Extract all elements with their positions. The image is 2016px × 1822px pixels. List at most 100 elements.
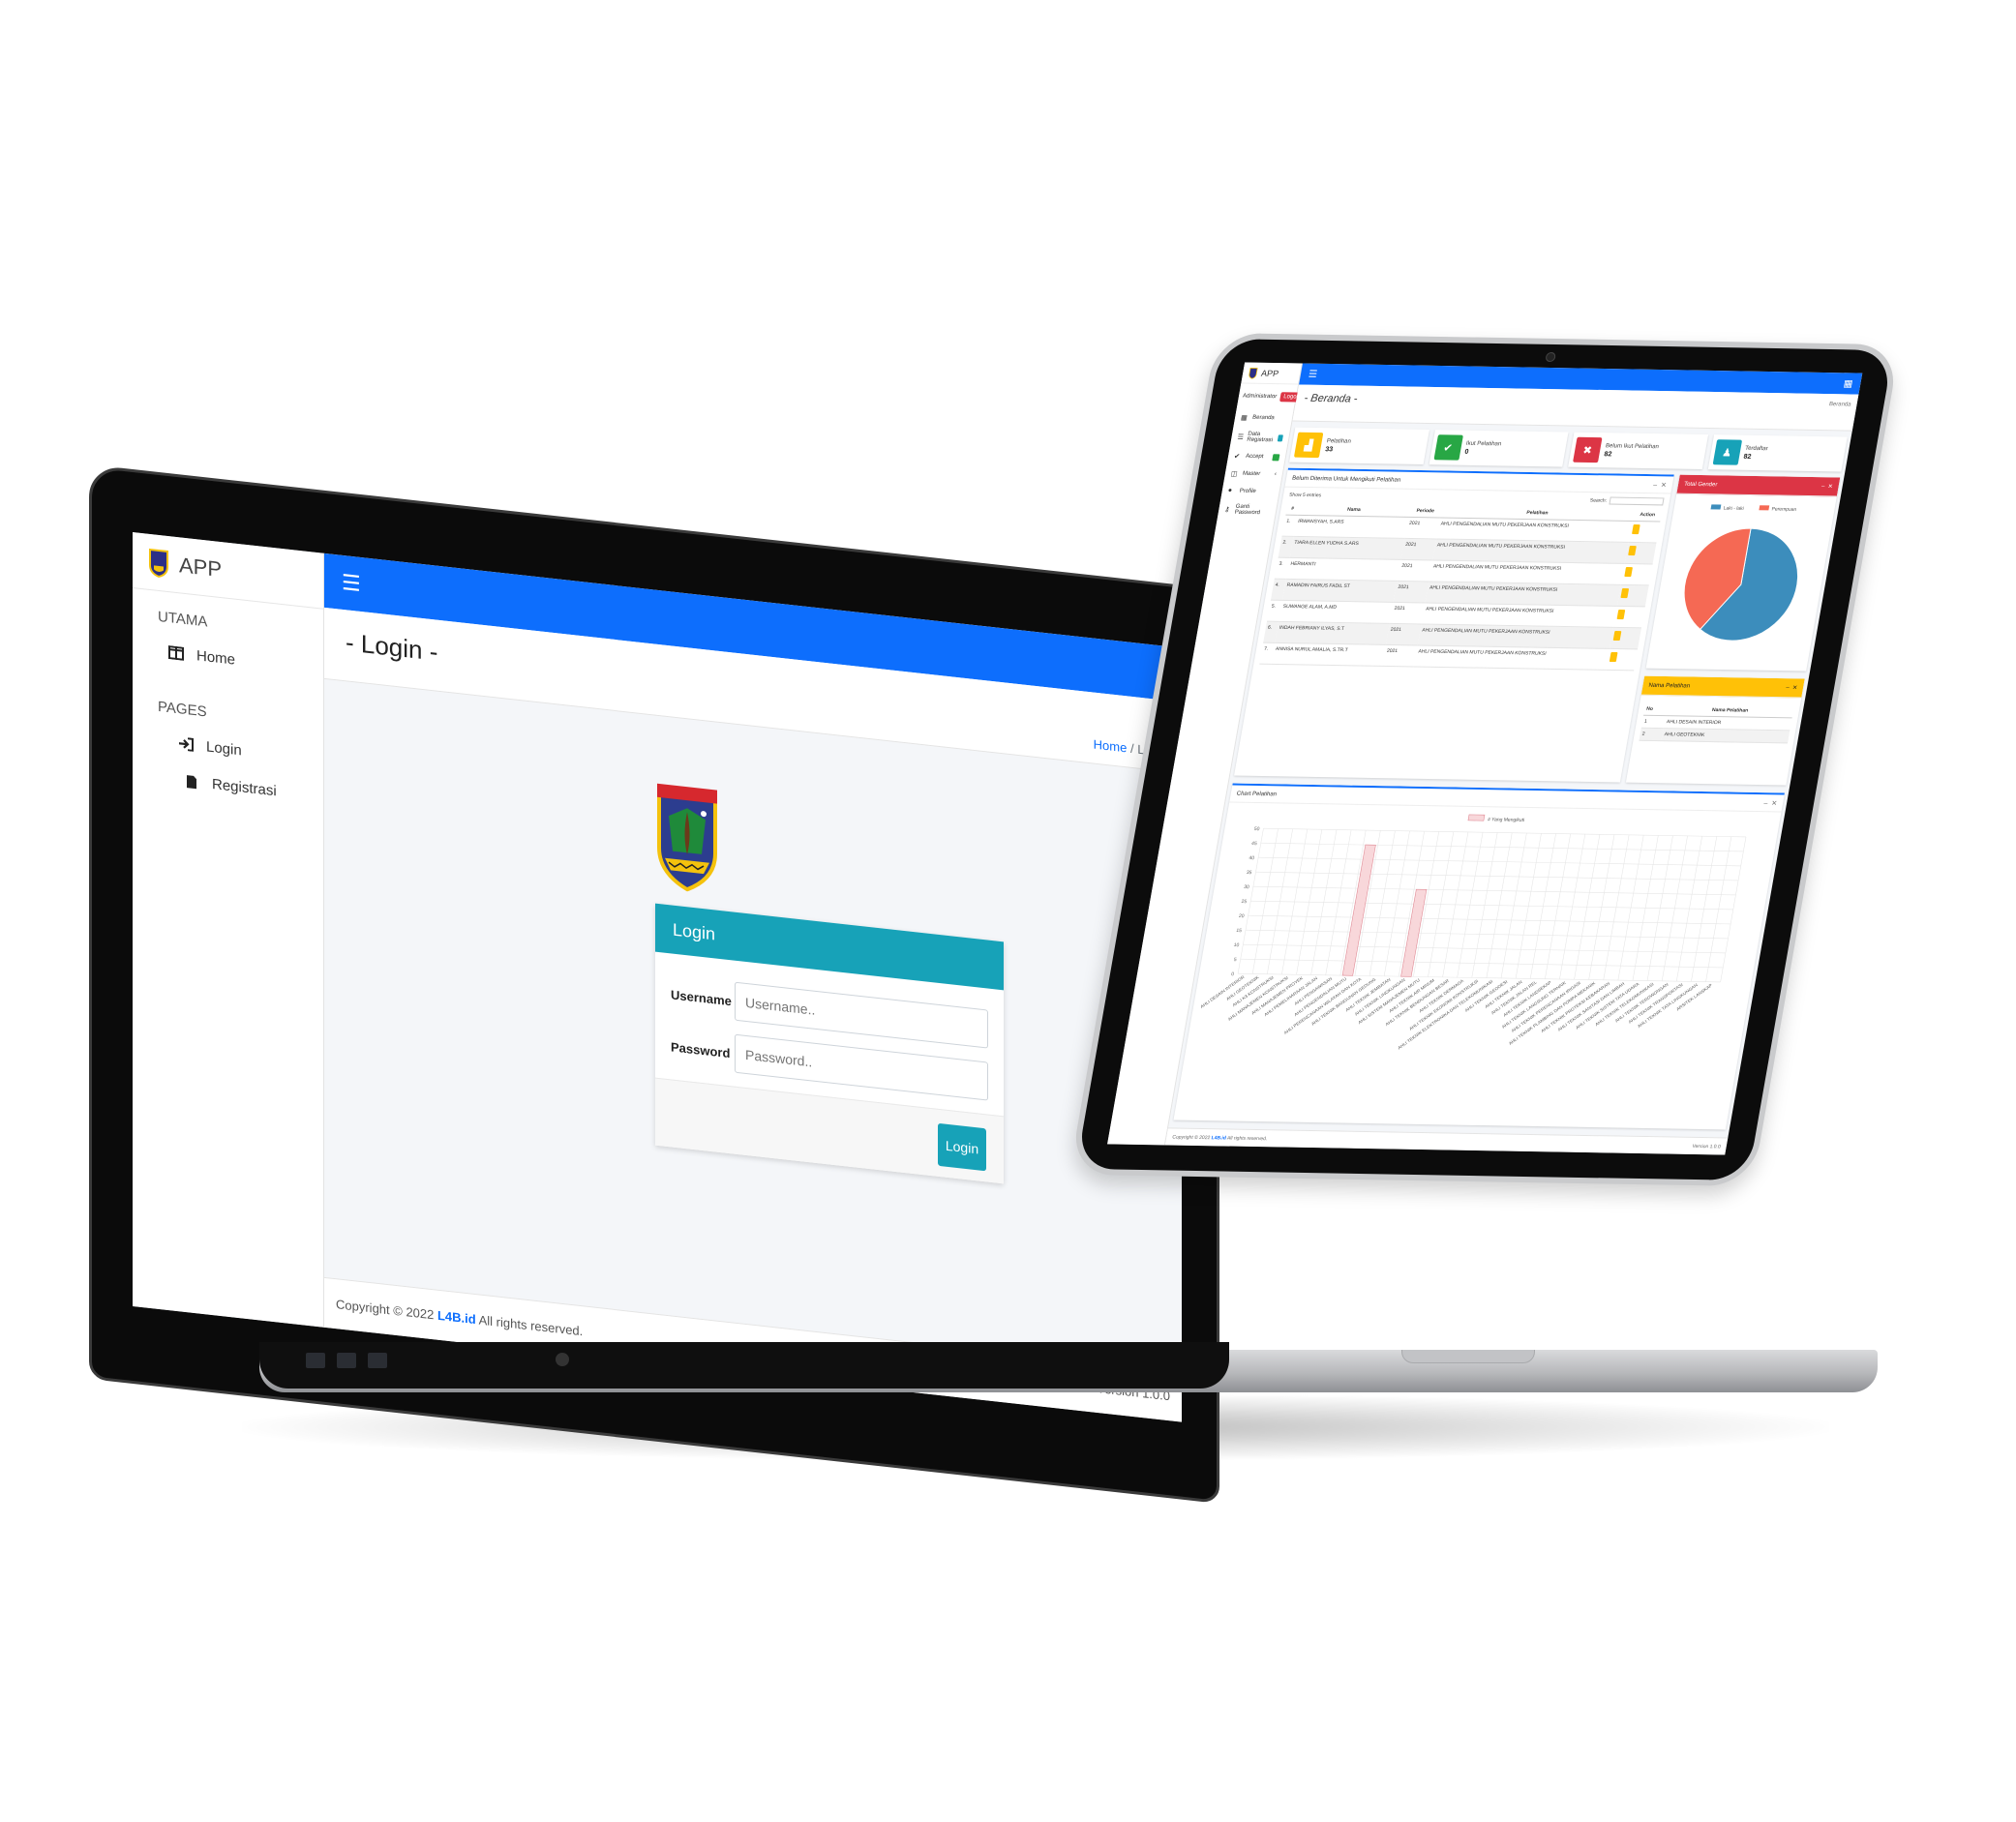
legend-swatch-laki [1710,504,1722,510]
sidebar-item-profile[interactable]: ● Profile [1220,482,1280,499]
column-header[interactable]: No [1643,702,1669,716]
nama-pelatihan-table: No Nama Pelatihan 1 AHLI DESAIN INTERIOR 2… [1639,702,1794,744]
card-title: Nama Pelatihan [1647,682,1691,689]
y-tick-label: 40 [1249,855,1255,861]
legend-label: # Yang Mengikuti [1488,817,1525,823]
sidebar-item-master[interactable]: ◫ Master ‹ [1223,464,1283,483]
menu-toggle-icon[interactable]: ☰ [342,570,361,597]
user-check-icon: ✔ [1432,434,1463,461]
cell-nama: AHLI GEOTEKNIK [1661,728,1790,743]
columns-icon [167,643,185,663]
tablet-camera [1545,351,1557,363]
stat-card-pelatihan: ▟ Pelatihan 33 [1289,427,1429,464]
count-badge [1277,433,1284,441]
column-header[interactable]: Action [1632,508,1663,522]
y-tick-label: 30 [1244,884,1250,890]
stat-label: Terdaftar [1744,445,1769,452]
sidebar-item-data-registrasi[interactable]: ☰ Data Registrasi [1230,426,1291,448]
footer-brand-link[interactable]: L4B.id [1211,1135,1226,1141]
stat-value: 82 [1742,453,1753,461]
stat-label: Belum Ikut Pelatihan [1605,442,1660,450]
card-tools[interactable]: – ✕ [1653,481,1668,489]
sidebar-item-label: Accept [1245,453,1264,461]
brand-text: APP [1260,368,1280,378]
menu-toggle-icon[interactable]: ☰ [1308,369,1318,379]
laptop-port [556,1353,569,1366]
card-tools[interactable]: – ✕ [1763,799,1778,807]
y-tick-label: 25 [1241,899,1248,905]
users-icon: ♟ [1712,439,1742,465]
belum-diterima-card: Belum Diterima Untuk Mengikuti Pelatihan… [1234,467,1674,783]
stat-card-ikut-pelatihan: ✔ Ikut Pelatihan 0 [1429,430,1569,467]
login-button[interactable]: Login [938,1122,986,1172]
laptop-port [306,1353,325,1368]
user-check-icon: ✔ [1233,453,1241,461]
user-name: Administrator [1242,393,1278,401]
cell-nama: IRWANSYAH, S.ARS [1293,515,1409,539]
copyright: Copyright © 2022 L4B.id All rights reser… [336,1297,583,1338]
breadcrumb-home-link[interactable]: Home [1094,737,1128,756]
y-tick-label: 10 [1233,942,1240,948]
stat-value: 82 [1603,450,1612,458]
laptop-trackpad-lip [1401,1350,1535,1363]
cell-action [1606,648,1639,671]
cell-periode: 2021 [1397,559,1433,582]
sidebar-item-label: Beranda [1251,414,1276,422]
y-tick-label: 15 [1236,928,1243,934]
login-card-title: Login [655,903,1004,991]
breadcrumb-separator: / [1129,740,1134,757]
laptop-port [368,1353,387,1368]
brand-text: APP [179,552,223,582]
cell-no: 2 [1639,728,1664,741]
gender-pie-chart: Laki - laki Perempuan [1683,504,1799,642]
copyright-prefix: Copyright © 2022 [336,1297,435,1323]
action-button[interactable] [1613,630,1622,642]
y-tick-label: 45 [1251,841,1258,847]
cell-nama: TIARA ELLEN YUDHA S.ARS [1289,536,1405,560]
sidebar-item-ganti-password[interactable]: ⚷ Ganti Password [1217,498,1278,521]
sidebar-item-accept[interactable]: ✔ Accept [1227,447,1287,465]
app-logo-icon [149,548,168,578]
belum-diterima-table: # Nama Periode Pelatihan Action 1. IRWANS… [1259,502,1663,672]
card-tools[interactable]: – ✕ [1820,483,1833,490]
login-card: Login Username Password Login [655,903,1004,1184]
action-button[interactable] [1620,587,1630,599]
chevron-left-icon: ‹ [1274,471,1278,478]
grid-icon[interactable]: ▦ [1843,378,1853,389]
stat-value: 33 [1324,445,1334,453]
breadcrumb[interactable]: Beranda [1828,402,1851,407]
action-button[interactable] [1632,523,1641,535]
chart-pelatihan-card: Chart Pelatihan – ✕ # Yang Mengikuti 0 5 10… [1173,783,1785,1130]
footer-brand-link[interactable]: L4B.id [437,1308,476,1327]
cell-nama: HERMANTI [1285,557,1401,582]
action-button[interactable] [1610,651,1618,663]
y-tick-label: 35 [1246,870,1252,876]
cell-nama: ANNISA NURUL AMALIA, S.TR.T [1271,642,1387,667]
legend-swatch-perempuan [1759,505,1770,511]
tablet-brand[interactable]: APP [1241,362,1302,385]
sign-in-icon [177,734,195,754]
chart-icon: ▟ [1293,432,1324,459]
column-header[interactable]: Periode [1408,504,1442,518]
cell-action [1621,563,1653,585]
cell-action [1610,627,1641,649]
sidebar-item-beranda[interactable]: ▦ Beranda [1234,408,1294,427]
legend-label-laki: Laki - laki [1723,506,1744,512]
legend-label-perempuan: Perempuan [1771,506,1797,512]
laptop-port [337,1353,356,1368]
action-button[interactable] [1624,566,1634,578]
copyright-suffix: All rights reserved. [478,1312,584,1339]
sidebar-item-label: Login [206,737,242,759]
tablet: APP Administrator Logout ▦ Beranda ☰ Data … [1068,332,1901,1187]
page-title: - Login - [346,627,438,667]
cell-action [1625,542,1657,564]
card-tools[interactable]: – ✕ [1786,684,1798,691]
total-gender-card: Total Gender – ✕ Laki - laki Perempuan [1645,474,1841,672]
sidebar-item-label: Home [196,646,236,669]
action-button[interactable] [1616,609,1626,620]
search-input[interactable] [1609,496,1665,506]
stat-label: Pelatihan [1326,437,1352,445]
action-button[interactable] [1628,545,1638,556]
cell-periode: 2021 [1400,538,1436,560]
cell-pelatihan: AHLI PENGENDALIAN MUTU PEKERJAAN KONSTRU… [1413,644,1610,671]
